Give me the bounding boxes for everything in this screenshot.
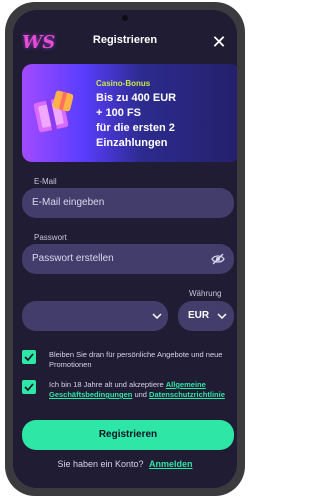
terms-consent-row: Ich bin 18 Jahre alt und akzeptiere Allg… xyxy=(22,380,234,410)
password-placeholder: Passwort erstellen xyxy=(32,253,114,264)
chevron-down-icon xyxy=(217,313,227,319)
country-select[interactable] xyxy=(22,301,168,331)
bonus-line: + 100 FS xyxy=(96,107,141,119)
email-label: E-Mail xyxy=(34,177,57,186)
currency-value: EUR xyxy=(188,310,210,321)
terms-middle: und xyxy=(134,390,147,399)
currency-label: Währung xyxy=(189,289,222,298)
header: WS Registrieren ✕ xyxy=(13,26,237,60)
bonus-line: Einzahlungen xyxy=(96,137,168,149)
phone-frame: WS Registrieren ✕ Casino-Bonus Bis zu 40… xyxy=(5,2,245,496)
checkmark-icon xyxy=(24,353,34,361)
promo-consent-row: Bleiben Sie dran für persönliche Angebot… xyxy=(22,350,234,374)
page-title: Registrieren xyxy=(92,34,158,46)
bonus-banner: Casino-Bonus Bis zu 400 EUR + 100 FS für… xyxy=(22,64,237,162)
gift-icon xyxy=(33,90,74,133)
bonus-line: für die ersten 2 xyxy=(96,122,175,134)
privacy-link[interactable]: Datenschutzrichtlinie xyxy=(149,390,225,399)
currency-select[interactable]: EUR xyxy=(178,301,234,331)
terms-consent-text: Ich bin 18 Jahre alt und akzeptiere Allg… xyxy=(49,380,237,400)
login-question: Sie haben ein Konto? xyxy=(57,459,144,469)
login-prompt: Sie haben ein Konto? Anmelden xyxy=(13,459,237,469)
terms-checkbox[interactable] xyxy=(22,380,36,394)
promo-consent-text: Bleiben Sie dran für persönliche Angebot… xyxy=(49,350,223,369)
email-placeholder: E-Mail eingeben xyxy=(32,197,105,208)
bonus-label: Casino-Bonus xyxy=(96,79,151,88)
password-field[interactable]: Passwort erstellen xyxy=(22,244,234,274)
terms-prefix: Ich bin 18 Jahre alt und akzeptiere xyxy=(49,380,164,389)
password-label: Passwort xyxy=(34,233,67,242)
camera-dot xyxy=(122,15,128,21)
login-link[interactable]: Anmelden xyxy=(149,459,193,469)
screen: WS Registrieren ✕ Casino-Bonus Bis zu 40… xyxy=(13,10,237,488)
email-field[interactable]: E-Mail eingeben xyxy=(22,188,234,218)
checkmark-icon xyxy=(24,383,34,391)
close-icon[interactable]: ✕ xyxy=(209,32,229,52)
register-button[interactable]: Registrieren xyxy=(22,420,234,450)
chevron-down-icon xyxy=(152,313,162,319)
bonus-line: Bis zu 400 EUR xyxy=(96,92,177,104)
bonus-text: Bis zu 400 EUR + 100 FS für die ersten 2… xyxy=(96,91,236,151)
promo-checkbox[interactable] xyxy=(22,350,36,364)
eye-off-icon[interactable] xyxy=(211,253,225,265)
